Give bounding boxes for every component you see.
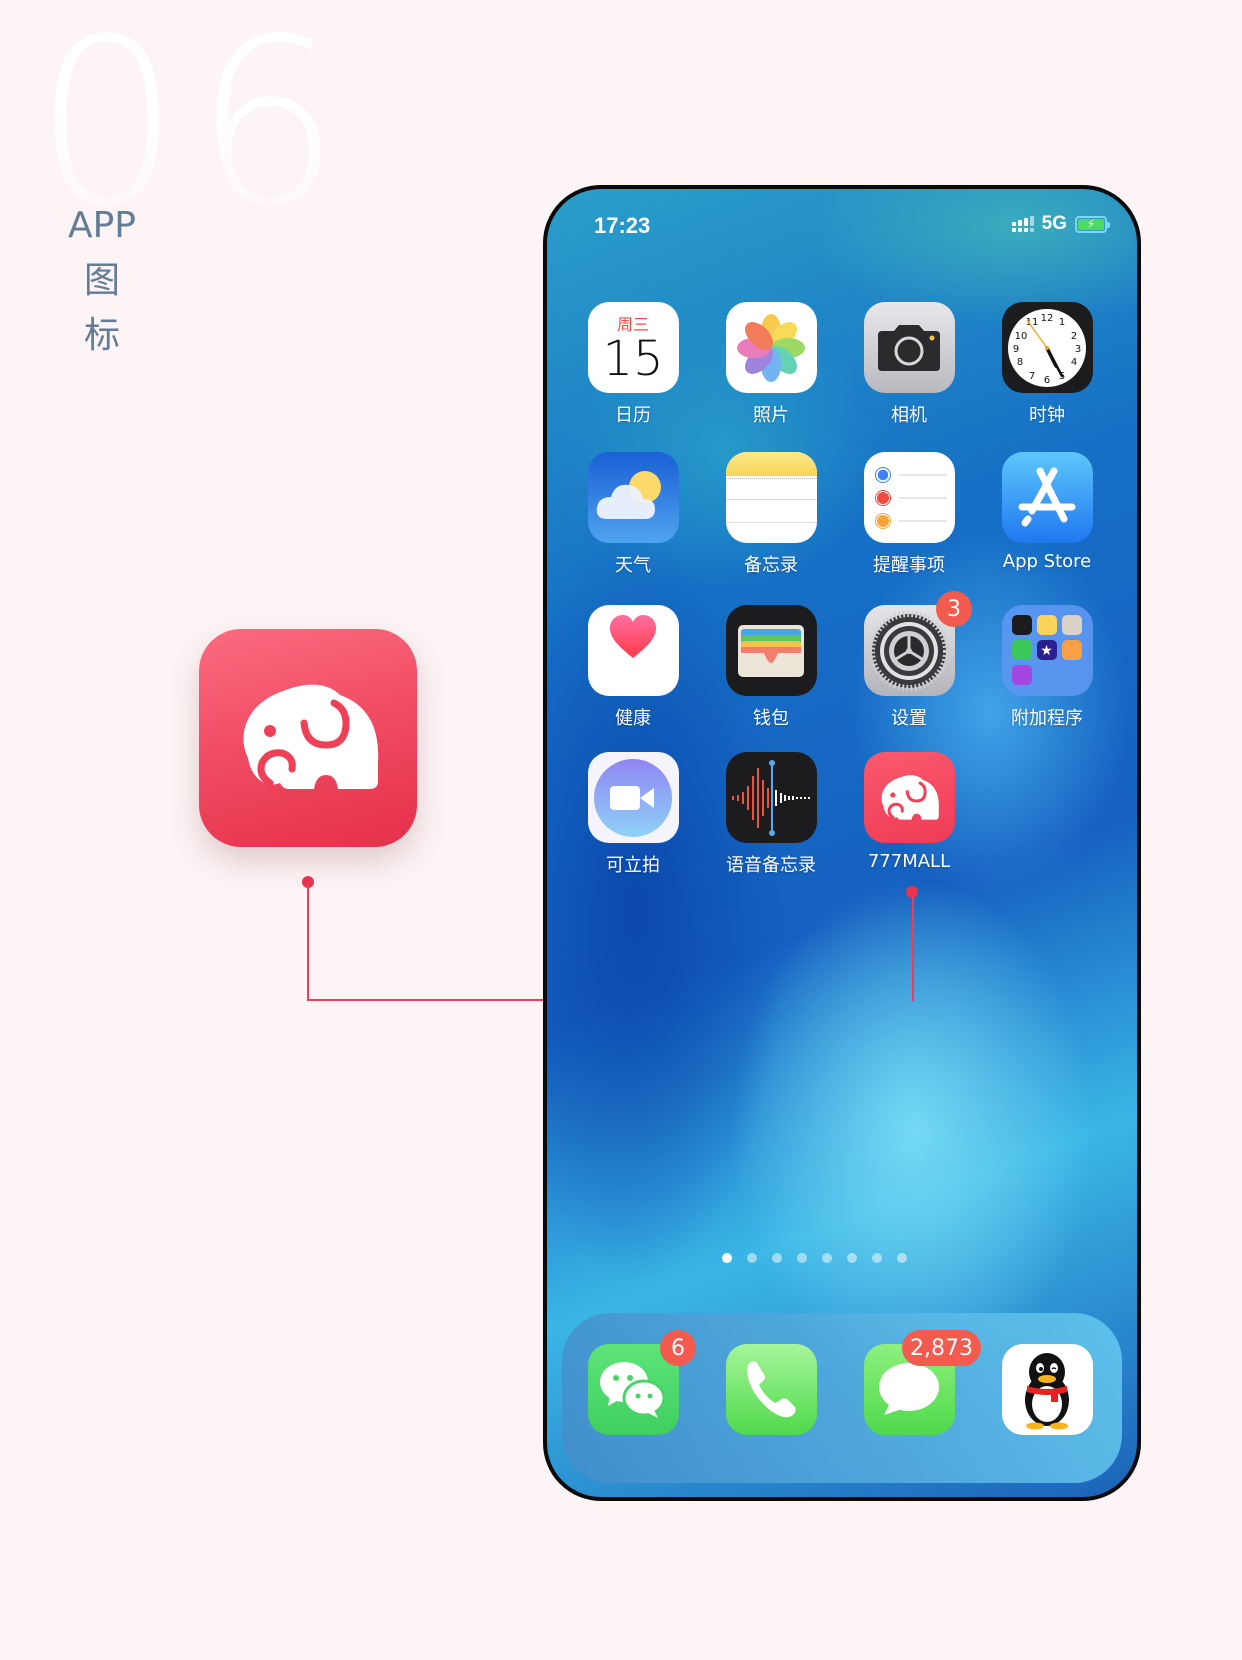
app-label: 健康 — [615, 708, 651, 729]
app-label: 相机 — [891, 405, 927, 426]
notification-badge: 2,873 — [902, 1330, 981, 1366]
status-indicators: 5G ⚡ — [1011, 213, 1110, 235]
phone-icon — [725, 1344, 817, 1435]
photos-icon — [725, 302, 817, 393]
find-my-icon — [1011, 640, 1032, 660]
section-title-line: 图 — [83, 260, 120, 301]
page-dot[interactable] — [771, 1253, 782, 1263]
tips-icon — [1036, 615, 1057, 635]
calendar-day: 15 — [602, 330, 664, 387]
svg-text:8: 8 — [1017, 357, 1023, 368]
page-dot[interactable] — [896, 1253, 907, 1263]
camera-icon — [863, 302, 955, 393]
notification-badge: 6 — [660, 1330, 696, 1366]
health-icon — [587, 605, 679, 696]
app-label: 备忘录 — [744, 555, 798, 576]
elephant-icon — [243, 684, 379, 789]
battery-icon: ⚡ — [1075, 215, 1110, 233]
svg-text:1: 1 — [1059, 317, 1065, 328]
svg-text:9: 9 — [1013, 344, 1019, 355]
app-clock[interactable]: 12123 4567 891011 时钟 — [992, 302, 1102, 427]
app-label: 设置 — [891, 708, 927, 729]
notes-icon — [725, 452, 817, 543]
connector-line — [307, 882, 309, 1001]
page-dot[interactable] — [746, 1253, 757, 1263]
app-settings[interactable]: 3 设置 — [854, 591, 972, 730]
app-reminders[interactable]: 提醒事项 — [854, 452, 964, 577]
dock: 6 2,873 — [562, 1313, 1122, 1483]
svg-text:7: 7 — [1029, 371, 1035, 382]
weather-icon — [587, 452, 679, 543]
wallet-icon — [725, 605, 817, 696]
dock-app-phone[interactable] — [716, 1344, 826, 1435]
compass-icon — [1011, 615, 1032, 635]
page-dot[interactable] — [846, 1253, 857, 1263]
app-clips[interactable]: 可立拍 — [578, 752, 688, 877]
app-notes[interactable]: 备忘录 — [716, 452, 826, 577]
app-777mall[interactable]: 777MALL — [854, 752, 964, 872]
app-label: 附加程序 — [1011, 708, 1083, 729]
notification-badge: 3 — [936, 591, 972, 627]
section-title-line: APP — [67, 205, 137, 246]
app-weather[interactable]: 天气 — [578, 452, 688, 577]
app-label: 日历 — [615, 405, 651, 426]
app-label: 时钟 — [1029, 405, 1065, 426]
charging-bolt-icon: ⚡ — [1086, 217, 1096, 231]
dock-app-messages[interactable]: 2,873 — [854, 1330, 981, 1435]
cellular-signal-icon — [1011, 216, 1034, 232]
clips-icon — [587, 752, 679, 843]
app-app-store[interactable]: App Store — [992, 452, 1102, 572]
app-wallet[interactable]: 钱包 — [716, 605, 826, 730]
network-type: 5G — [1041, 213, 1067, 234]
app-store-icon — [1001, 452, 1093, 543]
contacts-icon — [1061, 615, 1082, 635]
clock-icon: 12123 4567 891011 — [1001, 302, 1093, 393]
page-dot[interactable] — [871, 1253, 882, 1263]
voice-memos-icon — [725, 752, 817, 843]
page-dot[interactable] — [796, 1253, 807, 1263]
imovie-icon: ★ — [1036, 640, 1057, 660]
app-label: 天气 — [615, 555, 651, 576]
svg-text:6: 6 — [1044, 375, 1050, 386]
app-label: 语音备忘录 — [726, 855, 816, 876]
svg-text:2: 2 — [1071, 331, 1077, 342]
connector-line — [912, 892, 914, 1001]
app-camera[interactable]: 相机 — [854, 302, 964, 427]
app-folder-extras[interactable]: ★ 附加程序 — [992, 605, 1102, 730]
svg-text:12: 12 — [1041, 313, 1054, 324]
itunes-u-icon — [1061, 640, 1082, 660]
app-health[interactable]: 健康 — [578, 605, 688, 730]
app-label: 提醒事项 — [873, 555, 945, 576]
app-label: 照片 — [753, 405, 789, 426]
elephant-icon — [863, 752, 955, 843]
page-dot[interactable] — [721, 1253, 732, 1263]
section-title-line: 标 — [83, 315, 120, 356]
app-label: 钱包 — [753, 708, 789, 729]
app-calendar[interactable]: 周三 15 日历 — [578, 302, 688, 427]
svg-text:10: 10 — [1015, 331, 1028, 342]
reminders-icon — [863, 452, 955, 543]
app-label: 777MALL — [867, 851, 951, 872]
page-indicator[interactable] — [547, 1253, 1137, 1263]
qq-penguin-icon — [1001, 1344, 1093, 1435]
app-label: 可立拍 — [606, 855, 660, 876]
app-photos[interactable]: 照片 — [716, 302, 826, 427]
status-time: 17:23 — [594, 213, 651, 238]
app-voice-memos[interactable]: 语音备忘录 — [716, 752, 826, 877]
dock-app-wechat[interactable]: 6 — [578, 1330, 696, 1435]
app-label: App Store — [1002, 551, 1092, 572]
section-title: APP 图 标 — [50, 198, 154, 363]
connector-dot-end — [906, 886, 918, 898]
svg-text:4: 4 — [1071, 357, 1077, 368]
podcasts-icon — [1011, 665, 1032, 685]
featured-app-icon — [199, 629, 417, 847]
svg-text:3: 3 — [1075, 344, 1081, 355]
calendar-icon: 周三 15 — [587, 302, 679, 393]
page-dot[interactable] — [821, 1253, 832, 1263]
dock-app-qq[interactable] — [992, 1344, 1102, 1435]
folder-icon: ★ — [1001, 605, 1093, 696]
phone-mockup: 17:23 5G ⚡ 周三 15 日历 照片 相机 12 1 2 3 4 6 7… — [543, 185, 1141, 1501]
